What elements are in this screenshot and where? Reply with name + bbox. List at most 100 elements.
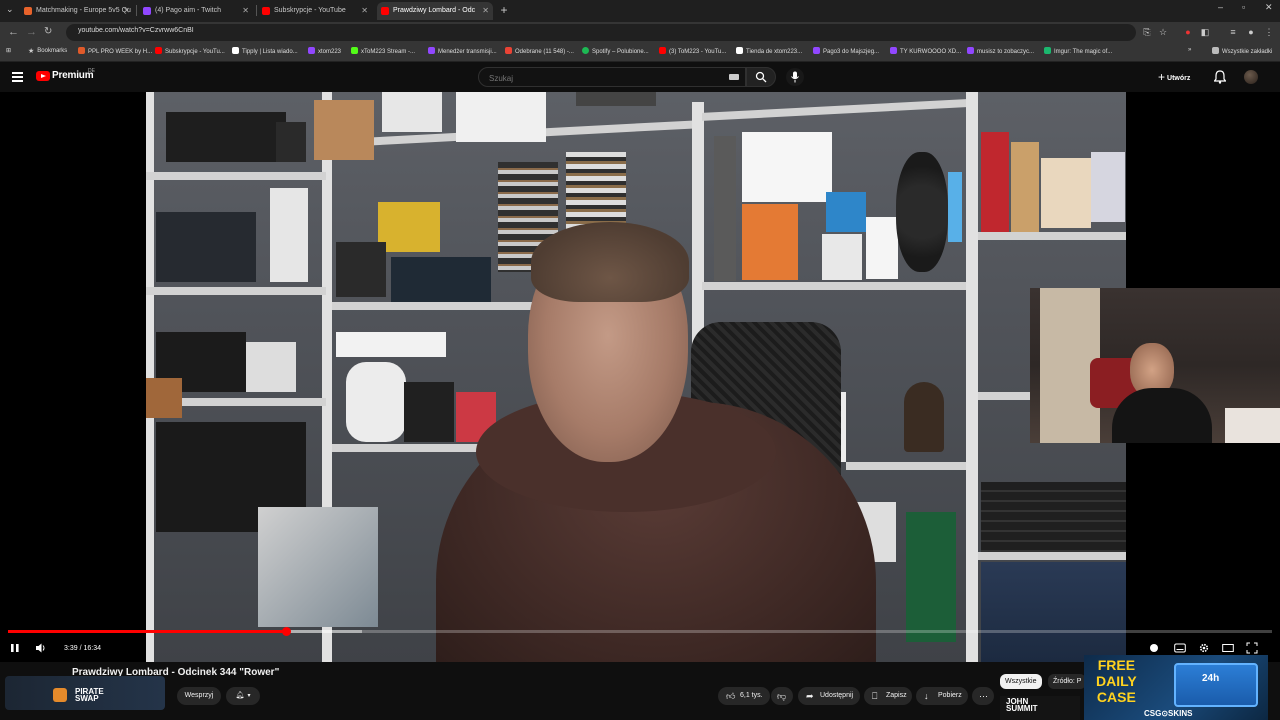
- tab-search-icon[interactable]: ⌄: [6, 4, 14, 15]
- close-tab-icon[interactable]: ✕: [482, 2, 489, 20]
- bookmark-item[interactable]: PPL PRO WEEK by H...: [78, 47, 152, 55]
- sponsor-ad-banner[interactable]: FREE DAILY CASE 24h CSG⊙SKINS: [1084, 655, 1268, 720]
- ad-badge: 24h: [1202, 673, 1220, 684]
- bookmark-favicon-icon: [155, 47, 162, 54]
- progress-bar[interactable]: [8, 627, 1272, 636]
- dislike-button[interactable]: 👎︎: [771, 687, 793, 705]
- channel-logo-text: PIRATE SWAP: [75, 687, 104, 703]
- close-tab-icon[interactable]: ✕: [361, 2, 368, 20]
- bookmark-item[interactable]: Tipply | Lista wiado...: [232, 47, 298, 55]
- voice-search-button[interactable]: [786, 68, 804, 86]
- youtube-logo-icon[interactable]: [36, 71, 50, 81]
- bookmark-item[interactable]: (3) ToM223 - YouTu...: [659, 47, 726, 55]
- new-tab-button[interactable]: +: [497, 3, 511, 17]
- dark-gadget: [156, 212, 256, 282]
- apps-grid-icon[interactable]: ⊞: [6, 47, 11, 54]
- scrubber-handle[interactable]: [282, 627, 292, 636]
- download-button[interactable]: ↓ Pobierz: [916, 687, 968, 705]
- bookmark-item[interactable]: musisz to zobaczyc...: [967, 47, 1034, 55]
- volume-button[interactable]: [35, 642, 47, 656]
- bookmark-item[interactable]: Menedżer transmisji...: [428, 47, 497, 55]
- media-control-icon[interactable]: ≡: [1228, 27, 1238, 37]
- all-bookmarks-folder[interactable]: Wszystkie zakładki: [1212, 47, 1272, 55]
- loot-crate-icon: [1174, 663, 1258, 707]
- bookmark-label: (3) ToM223 - YouTu...: [669, 49, 727, 55]
- bookmark-item[interactable]: xToM223 Stream -...: [351, 47, 415, 55]
- search-box[interactable]: [478, 67, 746, 87]
- menu-hamburger-icon[interactable]: [12, 72, 23, 84]
- settings-button[interactable]: [1198, 642, 1210, 656]
- bookmark-item[interactable]: Subskrypcje - YouTu...: [155, 47, 225, 55]
- bookmark-item[interactable]: Pago3 do Majszjeg...: [813, 47, 879, 55]
- close-tab-icon[interactable]: ✕: [242, 2, 249, 20]
- like-button[interactable]: 👍︎ 6,1 tys.: [718, 687, 770, 705]
- theater-icon: [1222, 644, 1234, 652]
- search-input[interactable]: [487, 71, 721, 85]
- bookmark-label: Bookmarks: [37, 48, 68, 54]
- close-window-icon[interactable]: ✕: [1265, 2, 1273, 13]
- bookmark-item[interactable]: Imgur: The magic of...: [1044, 47, 1112, 55]
- autoplay-toggle[interactable]: [1148, 642, 1160, 656]
- maximize-icon[interactable]: ▫: [1242, 2, 1245, 12]
- plus-icon: +: [1158, 70, 1166, 84]
- bookmark-item[interactable]: Odebrane (11 548) -...: [505, 47, 574, 55]
- save-button[interactable]: ⎕ Zapisz: [864, 687, 912, 705]
- more-actions-button[interactable]: ⋯: [972, 687, 994, 705]
- bookmark-favicon-icon: [659, 47, 666, 54]
- video-frame[interactable]: [146, 92, 1126, 662]
- more-bookmarks-icon[interactable]: »: [1188, 47, 1191, 53]
- notifications-bell-icon[interactable]: [1214, 70, 1226, 84]
- profile-avatar-icon[interactable]: ●: [1246, 27, 1256, 37]
- search-button[interactable]: [746, 67, 776, 87]
- support-button[interactable]: Wesprzyj: [177, 687, 221, 705]
- extensions-puzzle-icon[interactable]: ◧: [1200, 27, 1210, 37]
- tab-divider: [256, 5, 257, 16]
- tab-current-video[interactable]: Prawdziwy Lombard - Odc ✕: [377, 2, 493, 20]
- extension-opera-icon[interactable]: ●: [1183, 27, 1193, 37]
- address-bar[interactable]: youtube.com/watch?v=Czvrww6CnBI: [66, 24, 1136, 41]
- browser-tab-strip: ⌄ Matchmaking - Europe 5v5 Qu ✕ (4) Pago…: [0, 0, 1280, 22]
- speaker-box: [276, 122, 306, 162]
- chip-all[interactable]: Wszystkie: [1000, 674, 1042, 689]
- bookmark-label: xToM223 Stream -...: [361, 49, 416, 55]
- chip-source[interactable]: Źródło: P: [1048, 674, 1087, 689]
- bookmark-star-icon[interactable]: ☆: [1158, 27, 1168, 37]
- blue-box: [981, 562, 1126, 662]
- install-app-icon[interactable]: ⎘: [1142, 27, 1152, 37]
- bookmark-item[interactable]: ★ Bookmarks: [28, 47, 68, 55]
- keyboard-icon[interactable]: [729, 74, 739, 80]
- pause-button[interactable]: [10, 642, 20, 656]
- brown-box: [314, 100, 374, 160]
- back-icon[interactable]: ←: [8, 25, 19, 39]
- bookmark-item[interactable]: xtom223: [308, 47, 341, 55]
- forward-icon[interactable]: →: [26, 25, 37, 39]
- tab-twitch[interactable]: (4) Pago aim - Twitch ✕: [139, 2, 253, 20]
- yellow-box: [378, 202, 440, 252]
- browser-menu-icon[interactable]: ⋮: [1264, 27, 1274, 37]
- bookmark-label: musisz to zobaczyc...: [977, 49, 1035, 55]
- notifications-dropdown[interactable]: 🔔︎ ▾: [226, 687, 260, 705]
- bookmark-item[interactable]: TY KURWOOOO XD...: [890, 47, 961, 55]
- tab-subscriptions[interactable]: Subskrypcje - YouTube ✕: [258, 2, 372, 20]
- minimize-icon[interactable]: –: [1218, 2, 1223, 12]
- bookmark-item[interactable]: Spotify – Polubione...: [582, 47, 649, 55]
- channel-sponsor-banner[interactable]: PIRATE SWAP: [5, 676, 165, 710]
- thumbnail-text: JOHN SUMMIT: [1006, 697, 1038, 713]
- account-avatar[interactable]: [1244, 70, 1258, 84]
- theater-mode-button[interactable]: [1222, 642, 1234, 656]
- share-button[interactable]: ➦ Udostępnij: [798, 687, 860, 705]
- ad-headline-line: CASE: [1096, 689, 1136, 705]
- bookmark-favicon-icon: [736, 47, 743, 54]
- video-player[interactable]: 3:39 / 16:34: [0, 92, 1280, 662]
- create-button[interactable]: + Utwórz: [1158, 69, 1190, 85]
- close-tab-icon[interactable]: ✕: [123, 2, 130, 20]
- subtitles-button[interactable]: [1174, 642, 1186, 656]
- white-box: [336, 332, 446, 357]
- fullscreen-button[interactable]: [1246, 642, 1258, 656]
- bookmark-favicon-icon: [1044, 47, 1051, 54]
- recommended-thumbnail[interactable]: JOHN SUMMIT: [1000, 696, 1080, 720]
- bookmark-item[interactable]: Tienda de xtom223...: [736, 47, 802, 55]
- reload-icon[interactable]: ↻: [44, 25, 52, 39]
- shelf-board: [146, 287, 326, 295]
- tab-matchmaking[interactable]: Matchmaking - Europe 5v5 Qu ✕: [20, 2, 134, 20]
